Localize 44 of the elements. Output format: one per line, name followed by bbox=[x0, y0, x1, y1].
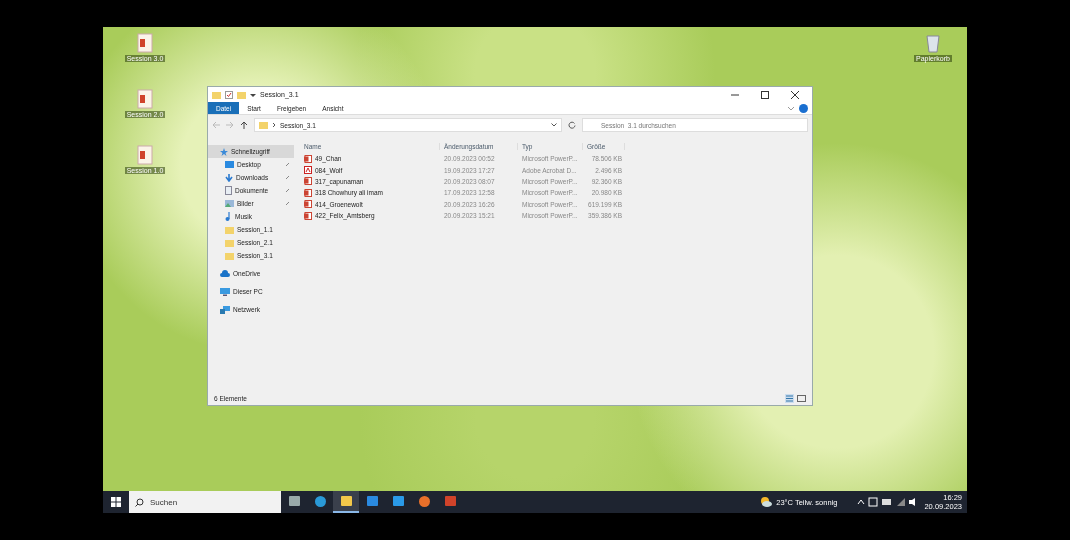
dropdown-caret-icon[interactable] bbox=[250, 91, 256, 98]
document-icon bbox=[225, 186, 232, 195]
music-note-icon bbox=[225, 212, 232, 221]
recycle-bin-icon[interactable] bbox=[925, 33, 941, 53]
close-icon bbox=[791, 90, 799, 99]
file-shortcut-icon[interactable] bbox=[137, 89, 153, 109]
powerpoint-file-icon bbox=[304, 200, 312, 209]
taskbar-app-button[interactable] bbox=[333, 491, 359, 513]
pdf-file-icon bbox=[304, 166, 312, 175]
folder-icon bbox=[340, 496, 352, 506]
details-view-icon[interactable] bbox=[785, 394, 794, 403]
dropdown-caret-icon[interactable] bbox=[551, 123, 557, 127]
powerpoint-file-icon bbox=[304, 154, 312, 163]
task-view-icon bbox=[288, 496, 300, 506]
powerpoint-file-icon bbox=[304, 177, 312, 186]
powerpoint-file-icon bbox=[304, 211, 312, 220]
up-arrow-icon[interactable] bbox=[240, 121, 248, 129]
file-shortcut-icon[interactable] bbox=[137, 145, 153, 165]
powerpoint-file-icon bbox=[304, 188, 312, 197]
star-icon bbox=[220, 147, 228, 156]
browser-icon bbox=[418, 495, 430, 507]
mail-icon bbox=[392, 496, 404, 506]
cloud-icon bbox=[220, 270, 230, 277]
desktop-icon bbox=[225, 161, 234, 168]
browser-icon bbox=[314, 495, 326, 507]
monitor-icon bbox=[220, 287, 230, 296]
file-shortcut-icon[interactable] bbox=[137, 33, 153, 53]
properties-icon[interactable] bbox=[225, 90, 233, 99]
chevron-right-icon bbox=[272, 122, 276, 128]
network-icon bbox=[220, 305, 230, 314]
weather-sun-icon bbox=[760, 496, 773, 508]
help-icon[interactable] bbox=[799, 104, 808, 113]
tiles-view-icon[interactable] bbox=[797, 394, 806, 403]
download-icon bbox=[225, 173, 233, 182]
search-icon bbox=[135, 497, 144, 507]
presentation-app-icon bbox=[444, 496, 456, 506]
maximize-icon bbox=[761, 90, 769, 99]
refresh-icon[interactable] bbox=[568, 121, 576, 129]
taskbar-search-field[interactable]: Suchen bbox=[129, 491, 281, 513]
folder-icon bbox=[212, 90, 221, 99]
store-bag-icon bbox=[366, 496, 378, 506]
new-folder-icon bbox=[237, 90, 246, 99]
folder-icon bbox=[259, 121, 268, 129]
picture-icon bbox=[225, 200, 234, 207]
